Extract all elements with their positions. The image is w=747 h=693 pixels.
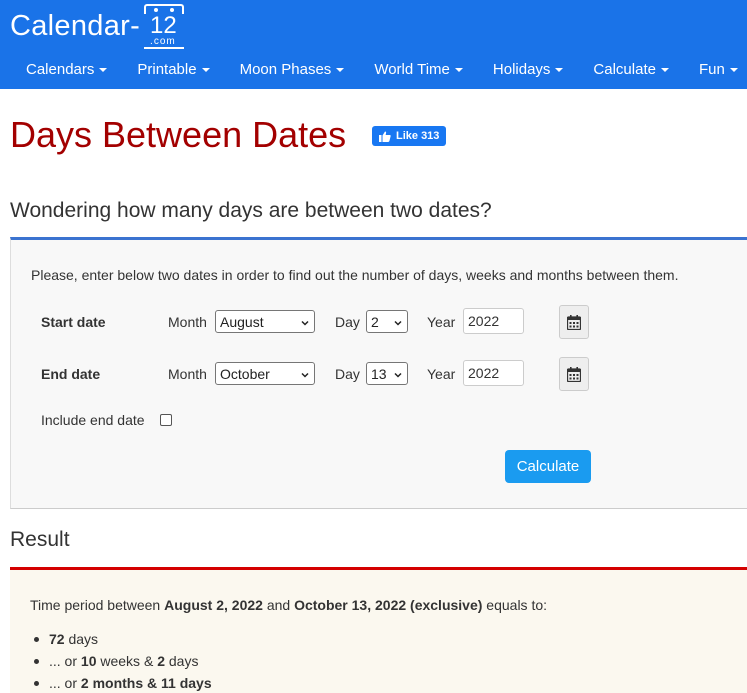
caret-down-icon bbox=[555, 67, 564, 72]
nav-label: World Time bbox=[374, 60, 450, 78]
end-month-value: October bbox=[220, 365, 270, 382]
nav-label: Holidays bbox=[492, 60, 551, 78]
calculate-button[interactable]: Calculate bbox=[505, 450, 591, 483]
logo-text: Calendar- bbox=[10, 10, 141, 42]
end-day-select[interactable]: 13 bbox=[366, 362, 408, 385]
start-month-label: Month bbox=[168, 314, 207, 330]
nav-fun[interactable]: Fun bbox=[684, 61, 747, 78]
start-day-value: 2 bbox=[371, 313, 379, 330]
end-year-input[interactable]: 2022 bbox=[463, 360, 524, 386]
nav-label: Moon Phases bbox=[239, 60, 332, 78]
calendar-icon bbox=[567, 366, 581, 382]
weeks-unit: weeks & bbox=[100, 653, 154, 669]
thumbs-up-icon bbox=[379, 131, 391, 142]
end-year-label: Year bbox=[427, 366, 456, 382]
caret-down-icon bbox=[336, 67, 345, 72]
result-suffix: equals to: bbox=[486, 597, 548, 613]
result-weeks: ... or 10 weeks & 2 days bbox=[30, 650, 212, 672]
result-prefix: Time period between bbox=[30, 597, 161, 613]
result-end-date: October 13, 2022 (exclusive) bbox=[294, 597, 483, 613]
weeks-prefix: ... or bbox=[49, 653, 78, 669]
start-year-input[interactable]: 2022 bbox=[463, 308, 524, 334]
days-unit: days bbox=[68, 631, 99, 647]
start-month-value: August bbox=[220, 313, 264, 330]
result-months: ... or 2 months & 11 days bbox=[30, 672, 212, 693]
result-days: 72 days bbox=[30, 628, 212, 650]
result-summary: Time period between August 2, 2022 and O… bbox=[30, 597, 547, 613]
nav-label: Calendars bbox=[26, 60, 95, 78]
nav-moon-phases[interactable]: Moon Phases bbox=[225, 61, 360, 78]
weeks-days-unit: days bbox=[168, 653, 199, 669]
caret-down-icon bbox=[454, 67, 463, 72]
result-and: and bbox=[266, 597, 291, 613]
start-date-picker-button[interactable] bbox=[559, 305, 589, 339]
logo-calendar-mark: 12 .com bbox=[144, 4, 185, 49]
nav-calendars[interactable]: Calendars bbox=[0, 61, 122, 78]
nav-printable[interactable]: Printable bbox=[122, 61, 224, 78]
section-heading: Wondering how many days are between two … bbox=[10, 199, 492, 222]
nav-label: Printable bbox=[137, 60, 197, 78]
caret-down-icon bbox=[729, 67, 738, 72]
start-date-label: Start date bbox=[41, 314, 106, 330]
weeks-days-count: 2 bbox=[157, 653, 165, 669]
start-year-label: Year bbox=[427, 314, 456, 330]
end-month-label: Month bbox=[168, 366, 207, 382]
facebook-like-button[interactable]: Like 313 bbox=[372, 126, 447, 146]
logo-underline bbox=[144, 47, 185, 49]
start-month-select[interactable]: August bbox=[215, 310, 315, 333]
start-day-label: Day bbox=[335, 314, 360, 330]
caret-down-icon bbox=[99, 67, 108, 72]
form-intro: Please, enter below two dates in order t… bbox=[31, 267, 679, 283]
main-nav: Calendars Printable Moon Phases World Ti… bbox=[0, 52, 747, 86]
page-title: Days Between Dates bbox=[10, 114, 347, 155]
site-header: Calendar- 12 .com Calendars Printable Mo… bbox=[0, 0, 747, 89]
chevron-down-icon bbox=[301, 320, 309, 326]
months-prefix: ... or bbox=[49, 675, 78, 691]
chevron-down-icon bbox=[394, 372, 402, 378]
nav-label: Fun bbox=[698, 60, 725, 78]
result-start-date: August 2, 2022 bbox=[164, 597, 263, 613]
include-end-date-label: Include end date bbox=[41, 412, 145, 428]
result-heading: Result bbox=[10, 528, 70, 551]
end-month-select[interactable]: October bbox=[215, 362, 315, 385]
end-day-value: 13 bbox=[371, 365, 387, 382]
nav-world-time[interactable]: World Time bbox=[359, 61, 478, 78]
start-day-select[interactable]: 2 bbox=[366, 310, 408, 333]
nav-label: Calculate bbox=[593, 60, 656, 78]
chevron-down-icon bbox=[301, 372, 309, 378]
end-day-label: Day bbox=[335, 366, 360, 382]
logo-domain: .com bbox=[150, 36, 176, 47]
chevron-down-icon bbox=[394, 320, 402, 326]
caret-down-icon bbox=[660, 67, 669, 72]
facebook-like-label: Like 313 bbox=[396, 130, 440, 142]
site-logo[interactable]: Calendar- 12 .com bbox=[10, 4, 185, 49]
result-list: 72 days ... or 10 weeks & 2 days ... or … bbox=[30, 628, 212, 693]
days-count: 72 bbox=[49, 631, 65, 647]
end-date-label: End date bbox=[41, 366, 101, 382]
calendar-icon bbox=[567, 314, 581, 330]
nav-holidays[interactable]: Holidays bbox=[478, 61, 579, 78]
months-value: 2 months & 11 days bbox=[80, 675, 212, 691]
include-end-date-checkbox[interactable] bbox=[160, 414, 172, 426]
result-panel: Time period between August 2, 2022 and O… bbox=[10, 567, 747, 693]
end-date-picker-button[interactable] bbox=[559, 357, 589, 391]
nav-calculate[interactable]: Calculate bbox=[578, 61, 684, 78]
caret-down-icon bbox=[201, 67, 210, 72]
logo-number: 12 bbox=[150, 12, 177, 39]
weeks-count: 10 bbox=[80, 653, 97, 669]
date-form-panel: Please, enter below two dates in order t… bbox=[10, 237, 747, 509]
